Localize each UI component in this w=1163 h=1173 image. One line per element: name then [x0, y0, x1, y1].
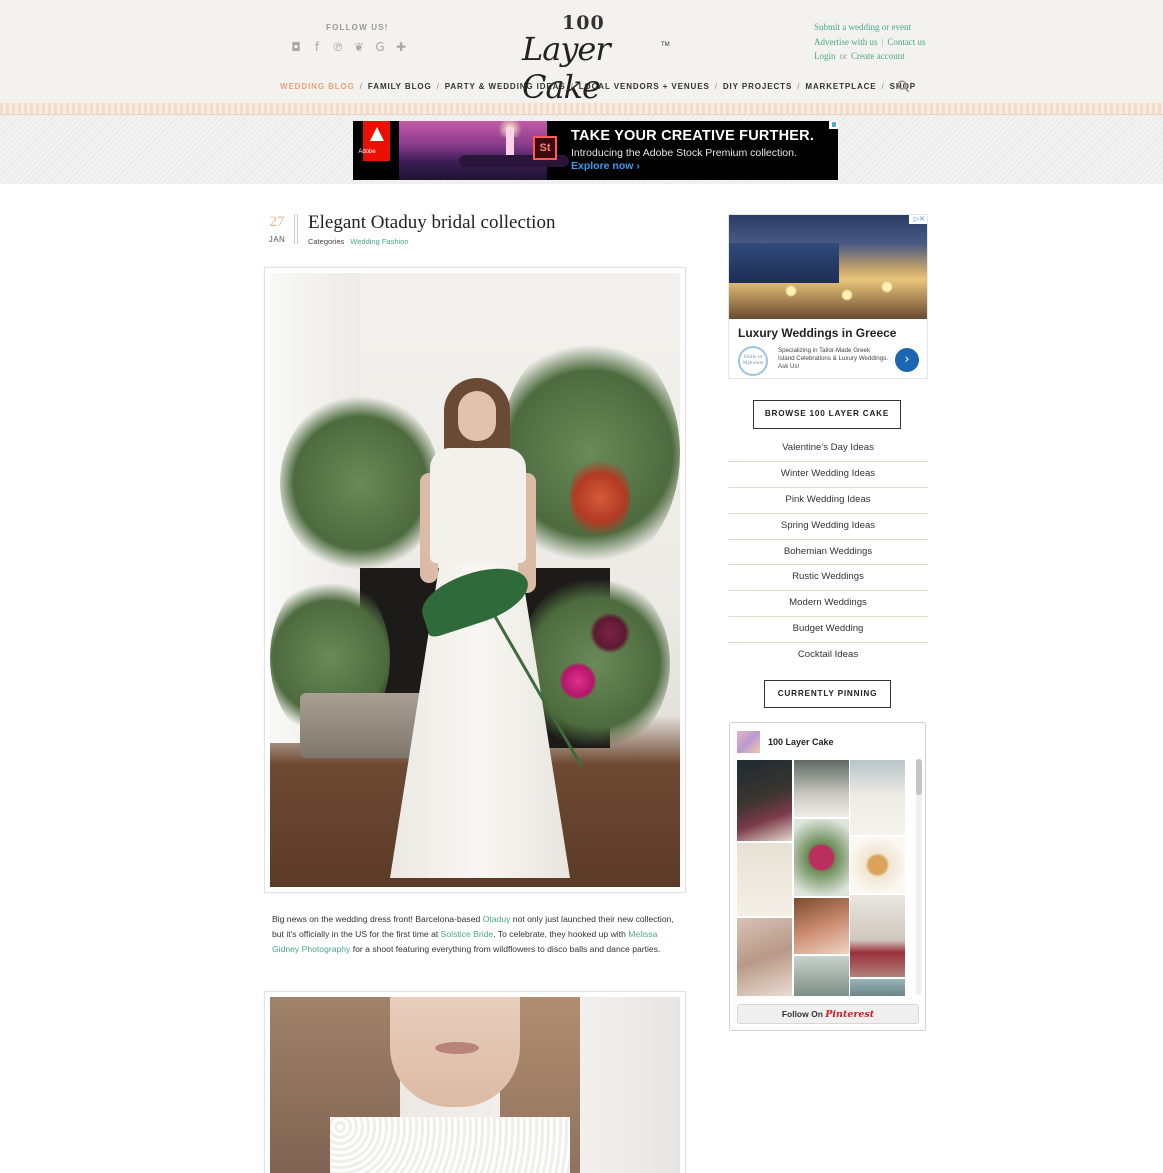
pinterest-widget: 100 Layer Cake Follow On Pinterest [729, 722, 926, 1031]
pin-thumbnail[interactable] [737, 760, 792, 841]
currently-pinning-button[interactable]: CURRENTLY PINNING [764, 680, 891, 708]
pinterest-logo-icon: Pinterest [825, 1009, 875, 1020]
nav-separator: / [570, 82, 574, 91]
ad-close-icon[interactable]: ▷✕ [909, 215, 927, 224]
solstice-bride-link[interactable]: Solstice Bride [441, 929, 494, 939]
adobe-brand-label: Adobe [358, 149, 376, 155]
pin-thumbnail[interactable] [794, 819, 849, 896]
nav-diy-projects[interactable]: DIY PROJECTS [723, 82, 792, 91]
pinterest-account-name[interactable]: 100 Layer Cake [768, 737, 834, 747]
create-account-link[interactable]: Create account [851, 51, 905, 61]
sidebar-ad[interactable]: ▷✕ Luxury Weddings in Greece Smile in My… [728, 214, 928, 379]
site-logo[interactable]: 100 Layer Cake TM [518, 10, 670, 106]
sidebar-ad-title: Luxury Weddings in Greece [738, 326, 897, 340]
nav-local-vendors-venues[interactable]: LOCAL VENDORS + VENUES [579, 82, 710, 91]
browse-item-spring[interactable]: Spring Wedding Ideas [728, 514, 928, 540]
browse-button[interactable]: BROWSE 100 LAYER CAKE [753, 400, 901, 429]
search-icon[interactable] [897, 80, 909, 92]
utility-links: Submit a wedding or event Advertise with… [814, 20, 926, 64]
pin-thumbnail[interactable] [850, 979, 905, 996]
browse-item-budget[interactable]: Budget Wedding [728, 617, 928, 644]
pin-thumbnail[interactable] [794, 898, 849, 954]
instagram-icon[interactable]: ◘ [290, 40, 302, 54]
post-date-day: 27 [269, 214, 285, 230]
contact-link[interactable]: Contact us [887, 37, 925, 47]
nav-separator: / [359, 82, 363, 91]
avatar[interactable] [737, 731, 760, 753]
nav-separator: / [797, 82, 801, 91]
logo-trademark: TM [661, 42, 670, 48]
post-categories: Categories Wedding Fashion [308, 237, 409, 246]
body-text: . To celebrate, they hooked up with [493, 929, 629, 939]
pinterest-icon[interactable]: ℗ [332, 40, 344, 54]
advertise-link[interactable]: Advertise with us [814, 37, 878, 47]
nav-family-blog[interactable]: FAMILY BLOG [368, 82, 432, 91]
browse-item-winter[interactable]: Winter Wedding Ideas [728, 462, 928, 488]
nav-party-wedding-ideas[interactable]: PARTY & WEDDING IDEAS [445, 82, 566, 91]
pin-thumbnail[interactable] [794, 760, 849, 817]
ad-headline: TAKE YOUR CREATIVE FURTHER. [571, 128, 815, 144]
greece-venue-image [729, 215, 927, 319]
browse-item-cocktail[interactable]: Cocktail Ideas [728, 643, 928, 669]
body-text: Big news on the wedding dress front! Bar… [272, 914, 483, 924]
adobe-stock-icon: St [533, 136, 557, 160]
browse-item-bohemian[interactable]: Bohemian Weddings [728, 540, 928, 566]
pin-thumbnail[interactable] [850, 895, 905, 977]
otaduy-link[interactable]: Otaduy [483, 914, 511, 924]
pin-thumbnail[interactable] [850, 760, 905, 835]
nav-marketplace[interactable]: MARKETPLACE [805, 82, 876, 91]
follow-on-pinterest-button[interactable]: Follow On Pinterest [737, 1004, 919, 1024]
categories-label: Categories [308, 237, 345, 246]
bride-closeup-photo[interactable] [270, 997, 680, 1173]
link-separator: | [881, 36, 884, 47]
pin-thumbnail[interactable] [737, 918, 792, 996]
google-plus-icon[interactable]: G [374, 40, 386, 54]
post-body: Big news on the wedding dress front! Bar… [272, 912, 682, 957]
main-nav: WEDDING BLOG / FAMILY BLOG / PARTY & WED… [280, 82, 916, 91]
header-stripe [0, 103, 1163, 115]
adchoices-icon[interactable] [829, 121, 838, 129]
browse-item-valentines[interactable]: Valentine's Day Ideas [728, 436, 928, 462]
or-text: or [839, 51, 848, 61]
site-header: FOLLOW US! ◘ f ℗ ❦ G ✚ 100 Layer Cake TM… [0, 0, 1163, 106]
body-text: for a shoot featuring everything from wi… [350, 944, 661, 954]
sidebar-ad-description: Specializing in Tailor-Made Greek Island… [778, 347, 888, 370]
follow-on-label: Follow On [781, 1009, 823, 1019]
twitter-icon[interactable]: ❦ [353, 40, 365, 54]
ad-explore-link[interactable]: Explore now › [571, 160, 640, 172]
adobe-logo-icon [363, 121, 390, 161]
ad-lighthouse-image [399, 121, 569, 180]
pin-thumbnail[interactable] [794, 956, 849, 996]
nav-wedding-blog[interactable]: WEDDING BLOG [280, 82, 355, 91]
follow-us-label: FOLLOW US! [326, 23, 389, 32]
date-divider [294, 214, 298, 244]
browse-item-rustic[interactable]: Rustic Weddings [728, 565, 928, 592]
post-image-frame [264, 267, 686, 893]
pin-thumbnail[interactable] [737, 843, 792, 916]
browse-list: Valentine's Day Ideas Winter Wedding Ide… [728, 436, 928, 669]
ad-subline: Introducing the Adobe Stock Premium coll… [571, 147, 797, 159]
login-link[interactable]: Login [814, 51, 836, 61]
browse-item-pink[interactable]: Pink Wedding Ideas [728, 488, 928, 514]
nav-separator: / [436, 82, 440, 91]
pin-grid [737, 760, 913, 996]
post-title[interactable]: Elegant Otaduy bridal collection [308, 212, 555, 234]
pin-thumbnail[interactable] [850, 837, 905, 893]
nav-separator: / [714, 82, 718, 91]
chevron-right-icon[interactable]: › [895, 348, 919, 372]
social-icons: ◘ f ℗ ❦ G ✚ [290, 40, 407, 54]
browse-item-modern[interactable]: Modern Weddings [728, 591, 928, 618]
category-link[interactable]: Wedding Fashion [350, 237, 408, 246]
sidebar-ad-badge: Smile in Mykonos [738, 346, 768, 376]
facebook-icon[interactable]: f [311, 40, 323, 54]
logo-script: Layer Cake [522, 30, 611, 106]
bride-photo[interactable] [270, 273, 680, 887]
post-image-frame-2 [264, 991, 686, 1173]
post-date-month: JAN [268, 235, 286, 244]
nav-separator: / [881, 82, 885, 91]
top-banner-ad[interactable]: Adobe St TAKE YOUR CREATIVE FURTHER. Int… [353, 121, 838, 180]
submit-wedding-link[interactable]: Submit a wedding or event [814, 22, 911, 32]
plus-icon[interactable]: ✚ [395, 40, 407, 54]
pin-scrollbar[interactable] [916, 759, 922, 995]
